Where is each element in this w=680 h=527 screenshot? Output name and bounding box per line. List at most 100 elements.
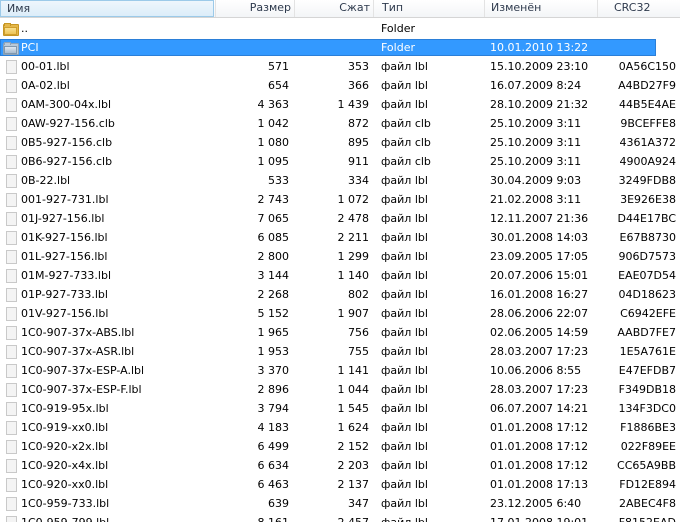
file-packed-size: 1 545 [337,402,370,415]
file-type: файл lbl [381,383,428,396]
file-type: файл clb [381,117,431,130]
file-name: PCI [21,41,39,54]
file-modified: 01.01.2008 17:13 [490,478,589,491]
file-crc: F1886BE3 [620,421,676,434]
file-row[interactable]: 1C0-920-x4x.lbl 6 634 2 203 файл lbl 01.01.2… [0,456,680,475]
file-row[interactable]: 1C0-959-799.lbl 8 161 2 457 файл lbl 17.01.2… [0,513,680,522]
file-name: 1C0-920-x4x.lbl [21,459,109,472]
file-size: 6 634 [257,459,290,472]
folder-icon [3,42,19,55]
file-row[interactable]: 001-927-731.lbl 2 743 1 072 файл lbl 21.02.2… [0,190,680,209]
file-row[interactable]: 0B6-927-156.clb 1 095 911 файл clb 25.10.200… [0,152,680,171]
file-row[interactable]: 1C0-920-xx0.lbl 6 463 2 137 файл lbl 01.01.2… [0,475,680,494]
file-size: 7 065 [257,212,290,225]
file-size: 2 743 [257,193,290,206]
file-crc: FD12E894 [619,478,676,491]
file-crc: 9BCEFFE8 [620,117,676,130]
column-header-crc[interactable]: CRC32 [597,0,680,17]
file-size: 2 800 [257,250,290,263]
file-row[interactable]: 1C0-907-37x-ESP-A.lbl 3 370 1 141 файл lbl 1… [0,361,680,380]
file-row[interactable]: 01P-927-733.lbl 2 268 802 файл lbl 16.01.200… [0,285,680,304]
file-row[interactable]: 1C0-920-x2x.lbl 6 499 2 152 файл lbl 01.01.2… [0,437,680,456]
file-crc: 0A56C150 [618,60,676,73]
file-crc: 906D7573 [618,250,676,263]
file-name: 0B-22.lbl [21,174,71,187]
file-crc: 44B5E4AE [619,98,676,111]
file-type: файл lbl [381,326,428,339]
file-crc: A4BD27F9 [618,79,676,92]
column-header-modified[interactable]: Изменён [484,0,596,17]
file-packed-size: 334 [348,174,369,187]
file-modified: 01.01.2008 17:12 [490,440,589,453]
file-icon [6,497,17,511]
file-icon [6,402,17,416]
file-row[interactable]: 0B-22.lbl 533 334 файл lbl 30.04.2009 9:03 32… [0,171,680,190]
file-row[interactable]: 0AW-927-156.clb 1 042 872 файл clb 25.10.200… [0,114,680,133]
folder-icon [3,23,19,36]
folder-row[interactable]: PCI Folder 10.01.2010 13:22 [0,38,680,57]
file-packed-size: 911 [348,155,369,168]
file-row[interactable]: 1C0-919-xx0.lbl 4 183 1 624 файл lbl 01.01.2… [0,418,680,437]
file-type: файл lbl [381,193,428,206]
file-modified: 06.07.2007 14:21 [490,402,589,415]
file-crc: F349DB18 [618,383,676,396]
file-packed-size: 895 [348,136,369,149]
file-row[interactable]: 01V-927-156.lbl 5 152 1 907 файл lbl 28.06.2… [0,304,680,323]
file-icon [6,98,17,112]
column-header-packed[interactable]: Сжат [294,0,372,17]
column-header-size[interactable]: Размер [215,0,293,17]
file-icon [6,155,17,169]
file-row[interactable]: 1C0-907-37x-ESP-F.lbl 2 896 1 044 файл lbl 2… [0,380,680,399]
file-row[interactable]: 01K-927-156.lbl 6 085 2 211 файл lbl 30.01.2… [0,228,680,247]
file-row[interactable]: 1C0-959-733.lbl 639 347 файл lbl 23.12.2005 … [0,494,680,513]
file-modified: 23.12.2005 6:40 [490,497,582,510]
file-packed-size: 756 [348,326,369,339]
file-row[interactable]: 0A-02.lbl 654 366 файл lbl 16.07.2009 8:24 A4… [0,76,680,95]
file-size: 2 896 [257,383,290,396]
file-row[interactable]: 1C0-919-95x.lbl 3 794 1 545 файл lbl 06.07.2… [0,399,680,418]
file-type: файл lbl [381,345,428,358]
file-modified: 10.01.2010 13:22 [490,41,589,54]
file-modified: 20.07.2006 15:01 [490,269,589,282]
file-modified: 28.10.2009 21:32 [490,98,589,111]
file-row[interactable]: 00-01.lbl 571 353 файл lbl 15.10.2009 23:10 0… [0,57,680,76]
file-size: 3 370 [257,364,290,377]
file-crc: E67B8730 [619,231,677,244]
column-header-name[interactable]: Имя [0,0,214,17]
file-row[interactable]: 1C0-907-37x-ABS.lbl 1 965 756 файл lbl 02.06… [0,323,680,342]
file-name: 1C0-907-37x-ABS.lbl [21,326,135,339]
file-name: 00-01.lbl [21,60,70,73]
file-type: файл lbl [381,288,428,301]
file-name: 1C0-907-37x-ESP-A.lbl [21,364,145,377]
file-icon [6,117,17,131]
file-packed-size: 2 203 [337,459,370,472]
file-icon [6,231,17,245]
file-row[interactable]: 01J-927-156.lbl 7 065 2 478 файл lbl 12.11.2… [0,209,680,228]
file-modified: 25.10.2009 3:11 [490,155,582,168]
file-name: 01M-927-733.lbl [21,269,112,282]
file-name: 1C0-907-37x-ASR.lbl [21,345,135,358]
file-modified: 10.06.2006 8:55 [490,364,582,377]
file-type: файл lbl [381,79,428,92]
file-modified: 28.03.2007 17:23 [490,383,589,396]
file-size: 1 095 [257,155,290,168]
file-icon [6,364,17,378]
file-crc: 4361A372 [619,136,676,149]
file-row[interactable]: 0AM-300-04x.lbl 4 363 1 439 файл lbl 28.10.2… [0,95,680,114]
file-icon [6,421,17,435]
file-crc: 1E5A761E [619,345,676,358]
file-icon [6,79,17,93]
folder-row[interactable]: .. Folder [0,19,680,38]
file-row[interactable]: 01M-927-733.lbl 3 144 1 140 файл lbl 20.07.2… [0,266,680,285]
file-size: 639 [268,497,289,510]
file-packed-size: 1 439 [337,98,370,111]
file-row[interactable]: 01L-927-156.lbl 2 800 1 299 файл lbl 23.09.2… [0,247,680,266]
file-name: 01V-927-156.lbl [21,307,109,320]
file-row[interactable]: 0B5-927-156.clb 1 080 895 файл clb 25.10.200… [0,133,680,152]
file-name: 1C0-919-xx0.lbl [21,421,109,434]
file-row[interactable]: 1C0-907-37x-ASR.lbl 1 953 755 файл lbl 28.03… [0,342,680,361]
column-header-type[interactable]: Тип [373,0,483,17]
file-modified: 15.10.2009 23:10 [490,60,589,73]
file-size: 5 152 [257,307,290,320]
file-packed-size: 2 211 [337,231,370,244]
